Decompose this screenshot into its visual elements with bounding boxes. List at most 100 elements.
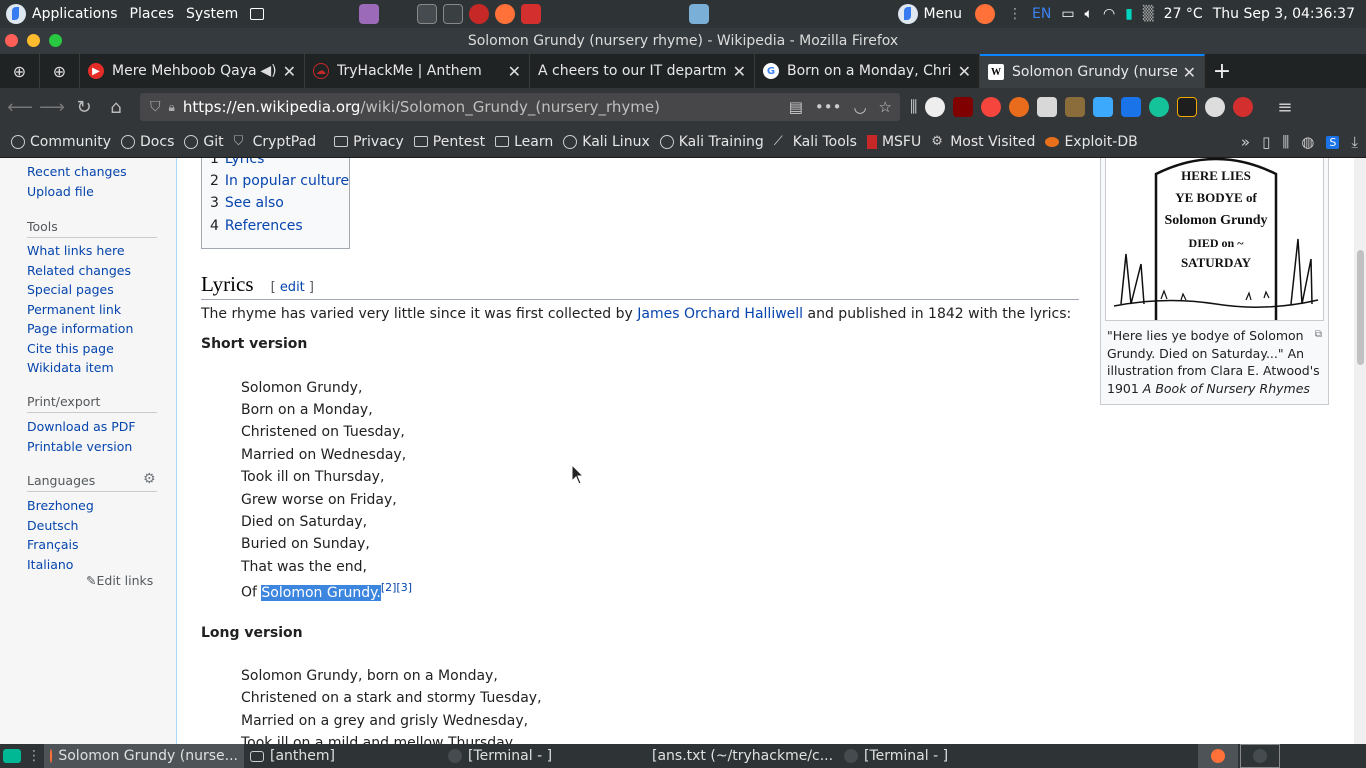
extension-cookie-icon[interactable]: ◍ bbox=[1301, 133, 1314, 151]
keyboard-layout-indicator[interactable]: EN bbox=[1027, 0, 1056, 28]
selected-text[interactable]: Solomon Grundy. bbox=[261, 584, 381, 601]
new-tab-button[interactable]: + bbox=[1205, 54, 1239, 88]
places-menu[interactable]: Places bbox=[124, 0, 181, 28]
home-button[interactable]: ⌂ bbox=[100, 91, 132, 123]
edit-section-link[interactable]: [ edit ] bbox=[271, 280, 314, 295]
extensions-grid-icon[interactable] bbox=[1037, 97, 1058, 117]
bookmark-msfu[interactable]: MSFU bbox=[862, 134, 926, 150]
page-scrollbar[interactable] bbox=[1354, 158, 1366, 744]
task-anthem-folder[interactable]: [anthem] bbox=[244, 744, 442, 768]
forward-button[interactable]: ⟶ bbox=[36, 91, 68, 123]
pocket-icon[interactable]: ◡ bbox=[853, 98, 866, 116]
text-editor-launcher-icon[interactable] bbox=[359, 4, 380, 24]
sidebar-link-upload-file[interactable]: Upload file bbox=[27, 184, 94, 199]
tab-tryhackme[interactable]: ☁ TryHackMe | Anthem ✕ bbox=[305, 54, 530, 88]
task-ans-txt-editor[interactable]: [ans.txt (~/tryhackme/c... bbox=[640, 744, 838, 768]
pinned-tab-2[interactable]: ⊕ bbox=[40, 54, 80, 88]
adblock-icon[interactable] bbox=[981, 97, 1002, 117]
applications-menu[interactable]: Applications bbox=[0, 0, 124, 28]
bookmark-folder-learn[interactable]: Learn bbox=[490, 134, 558, 150]
bookmark-kali-tools[interactable]: ⟋ Kali Tools bbox=[769, 134, 862, 150]
burpsuite-launcher-icon[interactable] bbox=[521, 4, 542, 24]
tracking-shield-icon[interactable]: ⛉ bbox=[150, 99, 161, 115]
sidebar-link-special-pages[interactable]: Special pages bbox=[27, 282, 114, 297]
halliwell-link[interactable]: James Orchard Halliwell bbox=[637, 306, 803, 322]
workspace-icon[interactable] bbox=[244, 0, 270, 28]
weather-icon[interactable]: ▒ bbox=[1138, 0, 1159, 28]
bookmark-folder-pentest[interactable]: Pentest bbox=[409, 134, 490, 150]
sidebar-link-cite-this-page[interactable]: Cite this page bbox=[27, 341, 114, 356]
maximize-window-button[interactable] bbox=[49, 34, 62, 47]
sidebar-lang-brezhoneg[interactable]: Brezhoneg bbox=[27, 498, 94, 513]
terminal-root-launcher-icon[interactable] bbox=[443, 4, 464, 24]
close-tab-icon[interactable]: ✕ bbox=[283, 62, 296, 81]
toc-item-popular-culture[interactable]: 2 In popular culture bbox=[210, 173, 349, 189]
close-tab-icon[interactable]: ✕ bbox=[958, 62, 971, 81]
close-tab-icon[interactable]: ✕ bbox=[1183, 63, 1196, 82]
tab-youtube[interactable]: ▶ Mere Mehboob Qayamat Hogi ◀) ✕ bbox=[80, 54, 305, 88]
workspace-1-button[interactable] bbox=[1198, 744, 1238, 768]
sidebar-link-recent-changes[interactable]: Recent changes bbox=[27, 164, 127, 179]
downloads-icon[interactable]: ⤓ bbox=[1351, 133, 1358, 151]
terminal-launcher-icon[interactable] bbox=[417, 4, 438, 24]
sidebar-link-permanent-link[interactable]: Permanent link bbox=[27, 302, 121, 317]
close-tab-icon[interactable]: ✕ bbox=[733, 62, 746, 81]
library-shelf-icon[interactable]: ⫼ bbox=[1282, 133, 1289, 151]
bookmark-folder-privacy[interactable]: Privacy bbox=[329, 134, 409, 150]
bookmark-docs[interactable]: Docs bbox=[116, 134, 179, 150]
tab-it-department[interactable]: A cheers to our IT department ✕ bbox=[530, 54, 755, 88]
hamburger-menu-icon[interactable]: ≡ bbox=[1277, 97, 1292, 118]
display-icon[interactable]: ▭ bbox=[1056, 0, 1079, 28]
task-terminal-2[interactable]: [Terminal - ] bbox=[838, 744, 1036, 768]
s-extension-icon[interactable]: S bbox=[1326, 135, 1340, 149]
pinned-tab-1[interactable]: ⊕ bbox=[0, 54, 40, 88]
sidebar-link-printable-version[interactable]: Printable version bbox=[27, 439, 132, 454]
gravestone-illustration[interactable]: HERE LIES YE BODYE of Solomon Grundy DIE… bbox=[1105, 158, 1324, 321]
firefox-launcher-icon[interactable] bbox=[495, 4, 516, 24]
hex-extension-icon[interactable] bbox=[1093, 97, 1114, 117]
tab-wikipedia-active[interactable]: W Solomon Grundy (nursery rhyme) ✕ bbox=[980, 54, 1205, 88]
task-terminal-1[interactable]: [Terminal - ] bbox=[442, 744, 640, 768]
bookmark-star-icon[interactable]: ☆ bbox=[879, 98, 892, 116]
translate-icon[interactable] bbox=[1121, 97, 1142, 117]
bookmark-kali-linux[interactable]: Kali Linux bbox=[558, 134, 654, 150]
reload-button[interactable]: ↻ bbox=[68, 91, 100, 123]
close-window-button[interactable] bbox=[5, 34, 18, 47]
sidebar-link-page-information[interactable]: Page information bbox=[27, 321, 133, 336]
bookmark-git[interactable]: Git bbox=[179, 134, 228, 150]
bookmark-exploit-db[interactable]: Exploit-DB bbox=[1040, 134, 1142, 150]
system-menu[interactable]: System bbox=[180, 0, 244, 28]
bookmark-cryptpad[interactable]: ⛉ CryptPad bbox=[229, 134, 321, 150]
overflow-chevron-icon[interactable]: » bbox=[1241, 133, 1250, 151]
minimize-window-button[interactable] bbox=[27, 34, 40, 47]
toc-item-references[interactable]: 4 References bbox=[210, 218, 303, 234]
page-actions-icon[interactable]: ••• bbox=[815, 98, 842, 116]
url-text[interactable]: https://en.wikipedia.org/wiki/Solomon_Gr… bbox=[183, 98, 660, 116]
sidebar-lang-deutsch[interactable]: Deutsch bbox=[27, 518, 78, 533]
toc-item-lyrics[interactable]: 1 Lyrics bbox=[210, 158, 264, 167]
whisker-menu[interactable]: Menu bbox=[893, 0, 967, 28]
url-bar[interactable]: ⛉ 🔒︎ https://en.wikipedia.org/wiki/Solom… bbox=[140, 93, 900, 121]
foxyproxy-icon[interactable] bbox=[1009, 97, 1030, 117]
metasploit-launcher-icon[interactable] bbox=[469, 4, 490, 24]
user-agent-switcher-icon[interactable] bbox=[925, 97, 946, 117]
toc-item-see-also[interactable]: 3 See also bbox=[210, 195, 284, 211]
notes-launcher-icon[interactable] bbox=[689, 4, 710, 24]
library-icon[interactable]: ⫼ bbox=[910, 97, 917, 117]
scrollbar-thumb[interactable] bbox=[1357, 250, 1364, 365]
firefox-tray-icon[interactable] bbox=[974, 4, 995, 24]
task-firefox[interactable]: Solomon Grundy (nurse... bbox=[44, 744, 244, 768]
sidebar-link-related-changes[interactable]: Related changes bbox=[27, 263, 131, 278]
speaker-icon[interactable]: ◀) bbox=[260, 63, 276, 79]
sidebar-link-what-links-here[interactable]: What links here bbox=[27, 243, 125, 258]
battery-icon[interactable]: ▮ bbox=[1120, 0, 1138, 28]
red-extension-icon[interactable] bbox=[1233, 97, 1254, 117]
wifi-icon[interactable]: ◠ bbox=[1098, 0, 1120, 28]
sidebar-link-download-pdf[interactable]: Download as PDF bbox=[27, 419, 136, 434]
show-desktop-button[interactable]: ⋮ bbox=[0, 744, 44, 768]
sidebar-lang-francais[interactable]: Français bbox=[27, 537, 79, 552]
sidebar-link-wikidata-item[interactable]: Wikidata item bbox=[27, 360, 114, 375]
clock[interactable]: Thu Sep 3, 04:36:37 bbox=[1208, 0, 1360, 28]
reference-links[interactable]: [2][3] bbox=[381, 581, 412, 594]
close-tab-icon[interactable]: ✕ bbox=[508, 62, 521, 81]
